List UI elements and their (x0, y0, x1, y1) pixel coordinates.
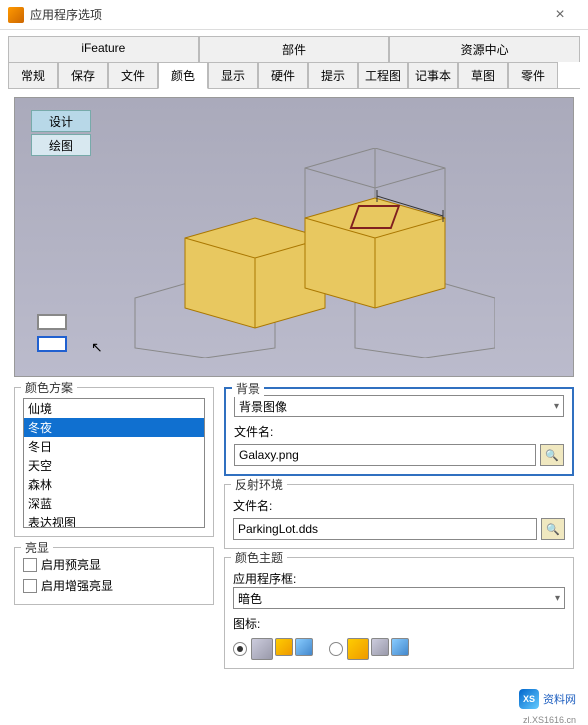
tab-file[interactable]: 文件 (108, 62, 158, 88)
tab-display[interactable]: 显示 (208, 62, 258, 88)
design-mode-button[interactable]: 设计 (31, 110, 91, 132)
background-type-combo[interactable]: 背景图像 ▾ (234, 395, 564, 417)
scheme-item-0[interactable]: 仙境 (24, 399, 204, 418)
chevron-down-icon: ▾ (555, 593, 560, 604)
icon-style-radio-1[interactable] (233, 642, 247, 656)
scheme-item-3[interactable]: 天空 (24, 456, 204, 475)
tab-sketch[interactable]: 草图 (458, 62, 508, 88)
chevron-down-icon: ▾ (554, 401, 559, 412)
title-bar: 应用程序选项 × (0, 0, 588, 30)
highlight-group: 亮显 启用预亮显 启用增强亮显 (14, 547, 214, 605)
icon-preview-gold (275, 638, 293, 656)
app-frame-combo[interactable]: 暗色 ▾ (233, 587, 565, 609)
app-frame-value: 暗色 (238, 590, 262, 607)
preview-3d-cubes (125, 148, 495, 358)
tab-resource-center[interactable]: 资源中心 (389, 36, 580, 62)
folder-icon: 🔍 (545, 449, 559, 462)
highlight-label: 亮显 (21, 539, 53, 556)
watermark: XS 资料网 (513, 687, 582, 711)
icon-preview-grey (371, 638, 389, 656)
icon-preview-blue (295, 638, 313, 656)
tab-color[interactable]: 颜色 (158, 62, 208, 89)
watermark-brand: 资料网 (543, 691, 576, 707)
theme-group: 颜色主题 应用程序框: 暗色 ▾ 图标: (224, 557, 574, 669)
right-column: 背景 背景图像 ▾ 文件名: 🔍 反射环境 文件名: 🔍 (224, 387, 574, 669)
tab-strip: iFeature 部件 资源中心 常规 保存 文件 颜色 显示 硬件 提示 工程… (0, 30, 588, 89)
background-browse-button[interactable]: 🔍 (540, 444, 564, 466)
reflection-file-input[interactable] (233, 518, 537, 540)
icon-cluster-2 (347, 638, 409, 660)
background-file-row: 🔍 (234, 444, 564, 466)
reflection-group: 反射环境 文件名: 🔍 (224, 484, 574, 549)
scheme-item-4[interactable]: 森林 (24, 475, 204, 494)
icon-preview-blue (391, 638, 409, 656)
watermark-url: zl.XS1616.cn (523, 715, 576, 725)
color-scheme-group: 颜色方案 仙境 冬夜 冬日 天空 森林 深蓝 表达视图 高对比 黄金时代 (14, 387, 214, 537)
scheme-item-5[interactable]: 深蓝 (24, 494, 204, 513)
cursor-icon: ↖ (91, 339, 103, 356)
theme-label: 颜色主题 (231, 549, 287, 566)
icon-style-option-2 (329, 638, 409, 660)
reflection-label: 反射环境 (231, 476, 287, 493)
tab-save[interactable]: 保存 (58, 62, 108, 88)
preview-panel: 设计 绘图 ↖ (14, 97, 574, 377)
icon-cluster-1 (251, 638, 313, 660)
draw-mode-button[interactable]: 绘图 (31, 134, 91, 156)
icon-style-label: 图标: (233, 615, 565, 632)
scheme-item-2[interactable]: 冬日 (24, 437, 204, 456)
folder-icon: 🔍 (546, 523, 560, 536)
reflection-browse-button[interactable]: 🔍 (541, 518, 565, 540)
scheme-item-1[interactable]: 冬夜 (24, 418, 204, 437)
scheme-item-6[interactable]: 表达视图 (24, 513, 204, 528)
tab-general[interactable]: 常规 (8, 62, 58, 88)
app-frame-label: 应用程序框: (233, 570, 565, 587)
enable-prehighlight-checkbox[interactable] (23, 558, 37, 572)
icon-preview-grey (251, 638, 273, 660)
icon-style-radio-2[interactable] (329, 642, 343, 656)
tab-row-top: iFeature 部件 资源中心 (8, 36, 580, 62)
watermark-logo: XS (519, 689, 539, 709)
background-file-input[interactable] (234, 444, 536, 466)
enable-prehighlight-row: 启用预亮显 (23, 554, 205, 575)
icon-style-row (233, 638, 565, 660)
enable-enhanced-highlight-checkbox[interactable] (23, 579, 37, 593)
icon-preview-gold (347, 638, 369, 660)
preview-mode-buttons: 设计 绘图 (31, 110, 91, 158)
icon-style-option-1 (233, 638, 313, 660)
tab-drawing[interactable]: 工程图 (358, 62, 408, 88)
tab-hardware[interactable]: 硬件 (258, 62, 308, 88)
tab-prompt[interactable]: 提示 (308, 62, 358, 88)
enable-prehighlight-label: 启用预亮显 (41, 556, 101, 573)
background-type-value: 背景图像 (239, 398, 287, 415)
tab-assembly[interactable]: 部件 (199, 36, 390, 62)
close-button[interactable]: × (540, 0, 580, 30)
left-column: 颜色方案 仙境 冬夜 冬日 天空 森林 深蓝 表达视图 高对比 黄金时代 亮显 … (14, 387, 214, 669)
color-scheme-label: 颜色方案 (21, 379, 77, 396)
swatch-blue[interactable] (37, 336, 67, 352)
tab-ifeature[interactable]: iFeature (8, 36, 199, 62)
window-title: 应用程序选项 (30, 6, 540, 23)
color-swatches (37, 314, 67, 358)
tab-notepad[interactable]: 记事本 (408, 62, 458, 88)
lower-panel: 颜色方案 仙境 冬夜 冬日 天空 森林 深蓝 表达视图 高对比 黄金时代 亮显 … (0, 387, 588, 681)
color-scheme-listbox[interactable]: 仙境 冬夜 冬日 天空 森林 深蓝 表达视图 高对比 黄金时代 (23, 398, 205, 528)
swatch-white[interactable] (37, 314, 67, 330)
tab-part[interactable]: 零件 (508, 62, 558, 88)
reflection-file-label: 文件名: (233, 497, 565, 514)
enable-enhanced-highlight-row: 启用增强亮显 (23, 575, 205, 596)
background-file-label: 文件名: (234, 423, 564, 440)
reflection-file-row: 🔍 (233, 518, 565, 540)
enable-enhanced-highlight-label: 启用增强亮显 (41, 577, 113, 594)
background-label: 背景 (232, 380, 264, 397)
background-group: 背景 背景图像 ▾ 文件名: 🔍 (224, 387, 574, 476)
app-icon (8, 7, 24, 23)
tab-row-bottom: 常规 保存 文件 颜色 显示 硬件 提示 工程图 记事本 草图 零件 (8, 62, 580, 89)
